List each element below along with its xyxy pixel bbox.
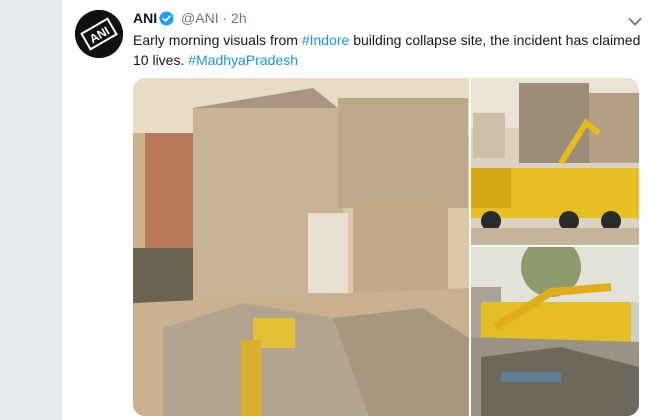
ani-logo-icon: ANI xyxy=(75,10,123,58)
author-name[interactable]: ANI xyxy=(133,10,157,26)
hashtag-indore[interactable]: #Indore xyxy=(302,32,349,48)
tweet-card[interactable]: ANI ANI @ANI · 2h Early morning visuals … xyxy=(61,0,661,420)
tweet-text-part: Early morning visuals from xyxy=(133,32,302,48)
media-photo-main[interactable] xyxy=(133,78,469,416)
hashtag-madhyapradesh[interactable]: #MadhyaPradesh xyxy=(188,52,298,68)
separator-dot: · xyxy=(222,10,228,26)
media-photo-bottom-right[interactable] xyxy=(471,247,639,416)
avatar[interactable]: ANI xyxy=(75,10,123,58)
media-grid xyxy=(133,78,639,416)
tweet-timestamp[interactable]: 2h xyxy=(231,10,247,26)
media-photo-top-right[interactable] xyxy=(471,78,639,245)
tweet-header: ANI @ANI · 2h xyxy=(133,8,247,31)
tweet-text: Early morning visuals from #Indore build… xyxy=(133,30,643,70)
verified-badge-icon xyxy=(159,11,174,31)
author-handle[interactable]: @ANI xyxy=(181,10,219,26)
